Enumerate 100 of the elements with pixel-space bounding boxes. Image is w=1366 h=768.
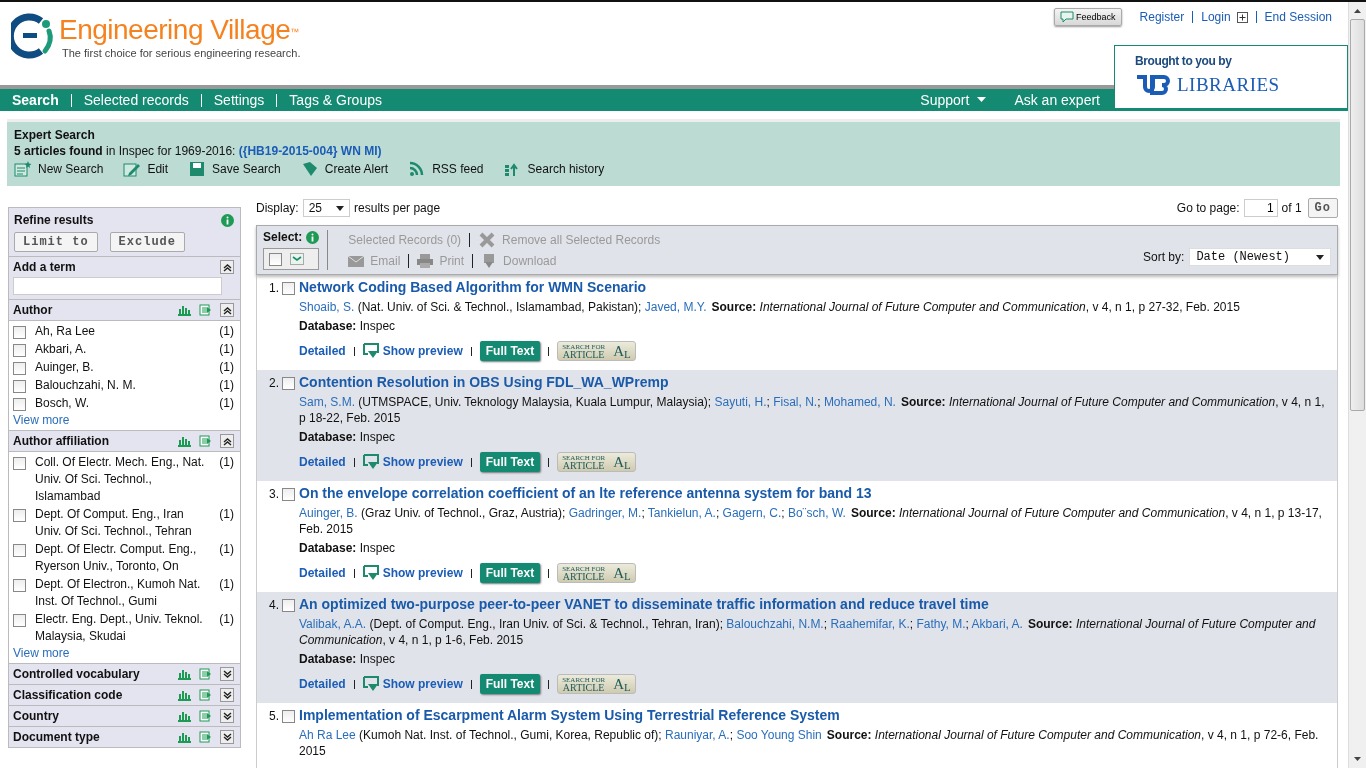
bar-chart-icon[interactable] (177, 731, 191, 743)
go-button[interactable]: Go (1307, 198, 1338, 218)
facet-checkbox[interactable] (13, 457, 26, 470)
page-field[interactable]: 1 (1243, 199, 1278, 217)
expand-icon[interactable] (1236, 11, 1248, 23)
author-link[interactable]: Soo Young Shin (736, 728, 822, 742)
facet-checkbox[interactable] (13, 509, 26, 522)
refine-button[interactable]: Exclude (109, 232, 186, 252)
author-link[interactable]: Ah Ra Lee (299, 728, 356, 742)
result-title-link[interactable]: On the envelope correlation coefficient of an lte reference antenna system for band 13 (299, 485, 1331, 501)
expand-icon[interactable] (220, 730, 234, 744)
collapse-icon[interactable] (220, 434, 234, 448)
export-icon[interactable] (199, 710, 212, 722)
full-text-button[interactable]: Full Text (479, 452, 541, 472)
ask-expert-link[interactable]: Ask an expert (1014, 92, 1100, 108)
view-more-link[interactable]: View more (13, 413, 234, 427)
bar-chart-icon[interactable] (177, 435, 191, 447)
result-checkbox[interactable] (282, 710, 295, 723)
result-checkbox[interactable] (282, 282, 295, 295)
feedback-button[interactable]: Feedback (1054, 8, 1122, 26)
facet-checkbox[interactable] (13, 344, 26, 357)
add-term-field[interactable] (13, 277, 222, 295)
scrollbar[interactable] (1348, 2, 1366, 768)
author-link[interactable]: Shoaib, S. (299, 300, 355, 314)
show-preview-link[interactable]: Show preview (362, 676, 463, 692)
show-preview-link[interactable]: Show preview (362, 343, 463, 359)
result-title-link[interactable]: Contention Resolution in OBS Using FDL_WA_WPremp (299, 374, 1331, 390)
show-preview-link[interactable]: Show preview (362, 454, 463, 470)
view-more-link[interactable]: View more (13, 646, 234, 660)
author-link[interactable]: Rauniyar, A. (665, 728, 730, 742)
author-link[interactable]: Raahemifar, K. (830, 617, 910, 631)
result-checkbox[interactable] (282, 488, 295, 501)
author-link[interactable]: Sam, S.M. (299, 395, 355, 409)
account-link[interactable]: Login (1201, 10, 1231, 24)
info-icon[interactable] (221, 213, 234, 227)
detailed-link[interactable]: Detailed (299, 677, 346, 691)
account-link[interactable]: Register (1139, 10, 1185, 24)
author-link[interactable]: Valibak, A.A. (299, 617, 367, 631)
nav-tab[interactable]: Search (0, 93, 71, 107)
author-link[interactable]: Javed, M.Y. (644, 300, 707, 314)
nav-tab[interactable]: Selected records (70, 93, 201, 107)
author-link[interactable]: Bo¨sch, W. (787, 506, 846, 520)
facet-checkbox[interactable] (13, 326, 26, 339)
author-link[interactable]: Mohamed, N. (823, 395, 896, 409)
author-link[interactable]: Fisal, N. (773, 395, 818, 409)
nav-tab[interactable]: Settings (200, 93, 277, 107)
full-text-button[interactable]: Full Text (479, 341, 541, 361)
select-all-control[interactable] (263, 248, 320, 270)
search-action-link[interactable]: Search history (503, 161, 605, 177)
query-link[interactable]: ({HB19-2015-004} WN MI) (238, 144, 382, 158)
info-icon[interactable] (306, 230, 320, 244)
expand-icon[interactable] (220, 688, 234, 702)
facet-checkbox[interactable] (13, 544, 26, 557)
result-checkbox[interactable] (282, 377, 295, 390)
export-icon[interactable] (199, 435, 212, 447)
author-link[interactable]: Akbari, A. (971, 617, 1023, 631)
facet-checkbox[interactable] (13, 362, 26, 375)
nav-tab[interactable]: Tags & Groups (276, 93, 394, 107)
author-link[interactable]: Sayuti, H. (714, 395, 767, 409)
search-action-link[interactable]: Create Alert (300, 161, 389, 177)
show-preview-link[interactable]: Show preview (362, 565, 463, 581)
search-action-link[interactable]: RSS feed (408, 161, 484, 177)
bar-chart-icon[interactable] (177, 304, 191, 316)
author-link[interactable]: Fathy, M. (916, 617, 966, 631)
facet-checkbox[interactable] (13, 614, 26, 627)
export-icon[interactable] (199, 304, 212, 316)
facet-checkbox[interactable] (13, 398, 26, 411)
sort-dropdown[interactable]: Date (Newest) (1189, 248, 1331, 266)
bar-chart-icon[interactable] (177, 689, 191, 701)
full-text-button[interactable]: Full Text (479, 674, 541, 694)
full-text-button[interactable]: Full Text (479, 563, 541, 583)
result-title-link[interactable]: An optimized two-purpose peer-to-peer VANET to disseminate traffic information and reduce travel time (299, 596, 1331, 612)
facet-checkbox[interactable] (13, 579, 26, 592)
export-icon[interactable] (199, 731, 212, 743)
author-link[interactable]: Auinger, B. (299, 506, 358, 520)
export-icon[interactable] (199, 668, 212, 680)
collapse-icon[interactable] (220, 303, 234, 317)
refine-button[interactable]: Limit to (14, 232, 98, 252)
result-title-link[interactable]: Network Coding Based Algorithm for WMN Scenario (299, 279, 1331, 295)
facet-checkbox[interactable] (13, 380, 26, 393)
detailed-link[interactable]: Detailed (299, 455, 346, 469)
result-checkbox[interactable] (282, 599, 295, 612)
author-link[interactable]: Tankielun, A. (647, 506, 716, 520)
bar-chart-icon[interactable] (177, 710, 191, 722)
account-link[interactable]: End Session (1264, 10, 1332, 24)
bar-chart-icon[interactable] (177, 668, 191, 680)
search-action-link[interactable]: Edit (123, 161, 169, 177)
author-link[interactable]: Balouchzahi, N.M. (726, 617, 824, 631)
search-action-link[interactable]: Save Search (188, 161, 281, 177)
result-title-link[interactable]: Implementation of Escarpment Alarm System Using Terrestrial Reference System (299, 707, 1331, 723)
search-action-link[interactable]: New Search (14, 161, 104, 177)
display-dropdown[interactable]: 25 (302, 199, 351, 217)
export-icon[interactable] (199, 689, 212, 701)
support-menu[interactable]: Support (920, 92, 987, 108)
detailed-link[interactable]: Detailed (299, 344, 346, 358)
expand-icon[interactable] (220, 667, 234, 681)
detailed-link[interactable]: Detailed (299, 566, 346, 580)
expand-icon[interactable] (220, 709, 234, 723)
collapse-icon[interactable] (220, 260, 234, 274)
select-all-checkbox[interactable] (269, 253, 282, 266)
